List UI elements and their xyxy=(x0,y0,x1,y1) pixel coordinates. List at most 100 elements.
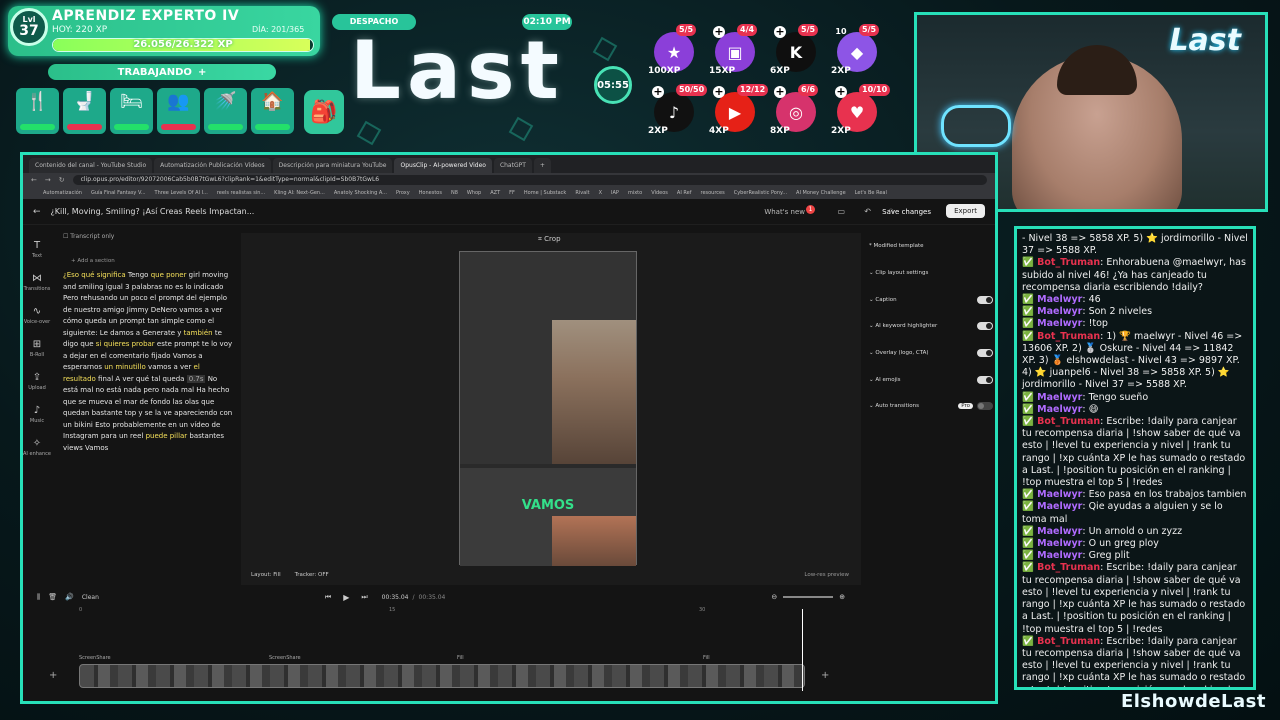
setting-toggle[interactable] xyxy=(977,402,993,411)
layout-button[interactable]: Layout: Fill xyxy=(251,572,281,578)
save-changes-button[interactable]: Save changes xyxy=(876,205,937,219)
bookmark[interactable]: Rivalt xyxy=(575,190,589,196)
transcript-word[interactable]: si quieres probar xyxy=(96,340,155,348)
setting-toggle[interactable] xyxy=(977,322,993,331)
clean-button[interactable]: Clean xyxy=(82,594,99,601)
transcript-word[interactable]: No está mal no está nada pero nada mal H… xyxy=(63,375,232,441)
setting-row[interactable]: ⌄ Caption xyxy=(869,286,993,313)
rail-item-ai-enhance[interactable]: ✧ AI enhance xyxy=(23,431,51,464)
rail-item-b-roll[interactable]: ⊞ B-Roll xyxy=(23,332,51,365)
transcript-word[interactable]: también xyxy=(184,329,213,337)
bookmark[interactable]: AI Money Challenge xyxy=(796,190,846,196)
rail-item-voice-over[interactable]: ∿ Voice-over xyxy=(23,299,51,332)
clip-title[interactable]: ¿Kill, Moving, Smiling? ¡Así Creas Reels… xyxy=(51,207,255,216)
bookmark[interactable]: Honestos xyxy=(419,190,442,196)
transcript-word[interactable]: ¿Eso qué significa xyxy=(63,271,126,279)
bookmark[interactable]: mixto xyxy=(628,190,642,196)
rail-item-text[interactable]: T Text xyxy=(23,233,51,266)
transcript-word[interactable]: puede pillar xyxy=(146,432,188,440)
browser-tab[interactable]: Descripción para miniatura YouTube xyxy=(272,158,393,173)
bookmark[interactable]: Home | Substack xyxy=(524,190,566,196)
bookmark[interactable]: Let's Be Real xyxy=(855,190,887,196)
add-track-icon[interactable]: + xyxy=(49,670,57,681)
crop-button[interactable]: ⌗ Crop xyxy=(538,235,561,244)
delete-icon[interactable]: 🗑 xyxy=(48,593,57,601)
plus-icon: + xyxy=(652,85,664,98)
goal-count: 5/5 xyxy=(859,24,880,36)
setting-row[interactable]: ⌄ AI emojis xyxy=(869,366,993,393)
setting-row[interactable]: ⌄ AI keyword highlighter xyxy=(869,313,993,340)
setting-toggle[interactable] xyxy=(977,295,993,304)
bookmark[interactable]: FF xyxy=(509,190,515,196)
reload-icon[interactable]: ↻ xyxy=(59,176,65,184)
bookmark[interactable]: IAP xyxy=(611,190,619,196)
bookmark[interactable]: N8 xyxy=(451,190,458,196)
zoom-in-icon[interactable]: ⊕ xyxy=(839,593,845,601)
bookmark[interactable]: Three Levels Of AI I... xyxy=(155,190,208,196)
video-preview[interactable]: VAMOS xyxy=(459,251,637,566)
playhead[interactable] xyxy=(802,609,803,691)
bookmark[interactable]: Proxy xyxy=(396,190,410,196)
need-slot: 🚿 xyxy=(204,88,247,134)
bookmark[interactable]: Vídeos xyxy=(651,190,668,196)
transcript-only-toggle[interactable]: ☐ Transcript only xyxy=(63,233,233,240)
bookmark[interactable]: AI Ref xyxy=(677,190,692,196)
skip-forward-icon[interactable]: ⏭ xyxy=(361,593,367,602)
setting-label: ⌄ Overlay (logo, CTA) xyxy=(869,350,929,357)
zoom-slider[interactable] xyxy=(783,596,834,598)
browser-tab[interactable]: OpusClip - AI-powered Video xyxy=(394,158,492,173)
browser-tab[interactable]: ChatGPT xyxy=(493,158,532,173)
bookmark[interactable]: Anatoly Shocking A... xyxy=(334,190,387,196)
transcript-word[interactable]: final A ver qué tal queda xyxy=(96,375,187,383)
bookmark[interactable]: CyberRealistic Pony... xyxy=(734,190,787,196)
transcript-word[interactable]: 0.7s xyxy=(186,374,206,383)
new-tab-icon[interactable]: + xyxy=(533,158,551,173)
bookmark[interactable]: reels realistas sin... xyxy=(217,190,265,196)
bookmark[interactable]: AZT xyxy=(490,190,500,196)
bookmark[interactable]: X xyxy=(599,190,602,196)
bookmark[interactable]: Guía Final Fantasy V... xyxy=(91,190,146,196)
video-track[interactable] xyxy=(79,664,805,688)
tracker-button[interactable]: Tracker: OFF xyxy=(295,572,329,578)
setting-toggle[interactable] xyxy=(977,349,993,358)
transcript-word[interactable]: girl moving and smiling igual 3 palabras… xyxy=(63,271,228,337)
forward-icon[interactable]: → xyxy=(45,176,51,184)
pro-badge: Pro xyxy=(958,403,973,410)
setting-row[interactable]: * Modified template xyxy=(869,233,993,260)
rail-item-music[interactable]: ♪ Music xyxy=(23,398,51,431)
setting-toggle[interactable] xyxy=(977,375,993,384)
transcript-word[interactable]: vamos a ver xyxy=(146,363,194,371)
chat-panel[interactable]: - Nivel 38 => 5858 XP. 5) ⭐ jordimorillo… xyxy=(1014,226,1256,690)
undo-icon[interactable]: ↶ xyxy=(864,207,871,216)
setting-row[interactable]: ⌄ Clip layout settings xyxy=(869,260,993,287)
bookmark[interactable]: resources xyxy=(701,190,725,196)
zoom-out-icon[interactable]: ⊖ xyxy=(771,593,777,601)
bookmark[interactable]: Kling AI: Next-Gen... xyxy=(274,190,325,196)
url-field[interactable]: clip.opus.pro/editor/92072006Cab5b0B7tGw… xyxy=(72,175,987,185)
transcript-word[interactable]: Tengo xyxy=(126,271,151,279)
browser-tab[interactable]: Contenido del canal - YouTube Studio xyxy=(29,158,153,173)
volume-icon[interactable]: 🔊 xyxy=(65,593,74,601)
add-section-button[interactable]: + Add a section xyxy=(71,258,233,264)
browser-tab[interactable]: Automatización Publicación Vídeos xyxy=(154,158,271,173)
skip-back-icon[interactable]: ⏮ xyxy=(325,593,331,602)
setting-label: ⌄ AI keyword highlighter xyxy=(869,323,938,330)
back-icon[interactable]: ← xyxy=(31,176,37,184)
play-button[interactable]: ▶ xyxy=(343,593,349,602)
add-clip-icon[interactable]: + xyxy=(821,670,829,681)
export-button[interactable]: Export xyxy=(946,204,985,218)
rail-item-transitions[interactable]: ⋈ Transitions xyxy=(23,266,51,299)
split-icon[interactable]: ⫼ xyxy=(37,593,40,602)
transcript-word[interactable]: un minutillo xyxy=(104,363,146,371)
rail-item-upload[interactable]: ⇪ Upload xyxy=(23,365,51,398)
transcript-word[interactable]: que poner xyxy=(151,271,187,279)
bookmark[interactable]: Whop xyxy=(467,190,481,196)
preview-icon[interactable]: ▭ xyxy=(837,207,845,216)
back-arrow-icon[interactable]: ← xyxy=(33,207,41,217)
transcript-text[interactable]: ¿Eso qué significa Tengo que poner girl … xyxy=(63,270,233,454)
whats-new-link[interactable]: What's new xyxy=(764,208,805,216)
chat-username: ✅ Bot_Truman xyxy=(1022,635,1101,647)
setting-row[interactable]: ⌄ Auto transitions Pro xyxy=(869,393,993,420)
bookmark[interactable]: Automatización xyxy=(43,190,82,196)
setting-row[interactable]: ⌄ Overlay (logo, CTA) xyxy=(869,340,993,367)
